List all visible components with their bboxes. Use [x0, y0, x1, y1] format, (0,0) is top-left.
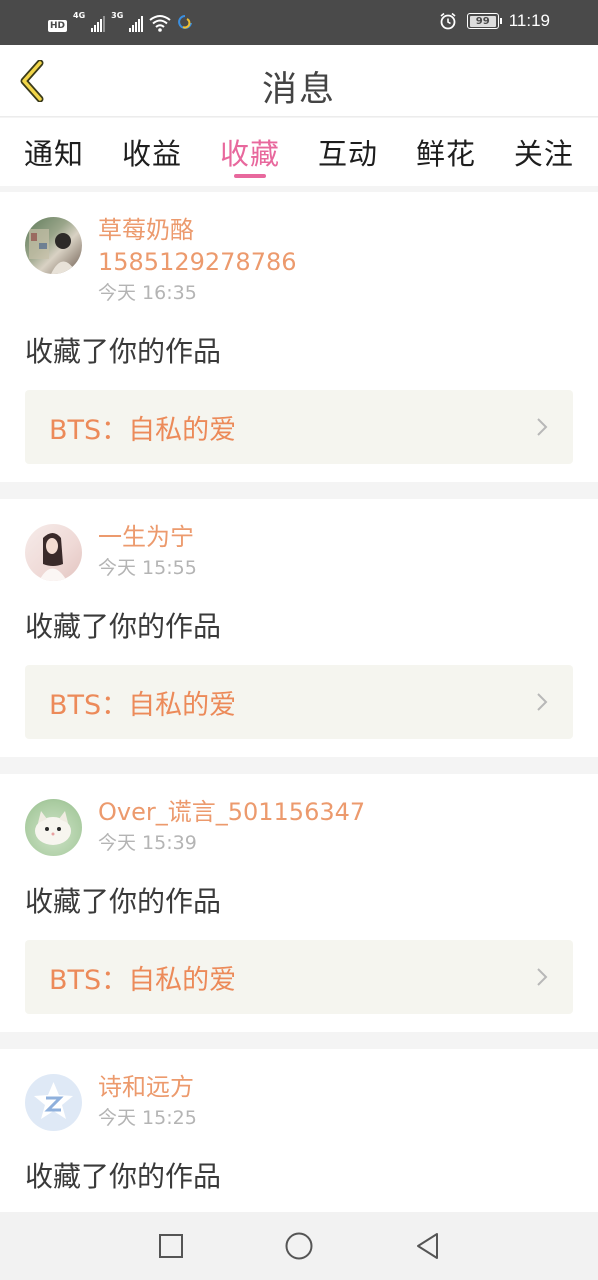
action-text: 收藏了你的作品 — [25, 1160, 222, 1193]
network-type-2: 3G — [111, 11, 124, 20]
page-title: 消息 — [261, 70, 336, 110]
alarm-icon — [440, 12, 456, 30]
username[interactable]: 诗和远方 — [98, 1071, 197, 1103]
system-nav-bar — [0, 1212, 598, 1280]
chevron-right-icon — [537, 418, 548, 436]
tab-bar: 通知 收益 收藏 互动 鲜花 关注 — [0, 118, 598, 186]
timestamp: 今天 15:55 — [98, 557, 197, 579]
tab-notifications[interactable]: 通知 — [24, 118, 84, 186]
action-text: 收藏了你的作品 — [25, 335, 222, 368]
list-item: 诗和远方 今天 15:25 收藏了你的作品 — [0, 1049, 598, 1239]
tab-earnings[interactable]: 收益 — [122, 118, 182, 186]
work-link[interactable]: BTS：自私的爱 — [25, 665, 573, 739]
battery-level: 99 — [469, 15, 496, 27]
recents-square-icon — [159, 1234, 183, 1258]
list-item: 一生为宁 今天 15:55 收藏了你的作品 BTS：自私的爱 — [0, 499, 598, 757]
back-nav-button[interactable] — [407, 1226, 447, 1266]
message-list: 草莓奶酪 1585129278786 今天 16:35 收藏了你的作品 BTS：… — [0, 186, 598, 1239]
tab-interactions[interactable]: 互动 — [318, 118, 378, 186]
avatar[interactable] — [25, 1074, 82, 1131]
work-title: BTS：自私的爱 — [49, 964, 237, 996]
back-triangle-icon — [417, 1233, 438, 1259]
list-item: Over_谎言_501156347 今天 15:39 收藏了你的作品 BTS：自… — [0, 774, 598, 1032]
home-button[interactable] — [279, 1226, 319, 1266]
status-right: 99 11:19 — [439, 11, 550, 31]
clock: 11:19 — [508, 11, 550, 30]
recents-button[interactable] — [151, 1226, 191, 1266]
timestamp: 今天 15:39 — [98, 832, 197, 854]
wifi-icon — [149, 15, 171, 32]
battery-icon: 99 — [466, 13, 502, 29]
status-left: HD 4G 3G — [48, 12, 193, 32]
status-bar: HD 4G 3G 99 11:19 — [0, 0, 598, 45]
username[interactable]: 一生为宁 — [98, 521, 197, 553]
signal-icon — [91, 16, 106, 32]
home-circle-icon — [285, 1232, 313, 1260]
tab-follows[interactable]: 关注 — [514, 118, 574, 186]
tab-favorites[interactable]: 收藏 — [220, 118, 280, 186]
timestamp: 今天 16:35 — [98, 282, 197, 304]
work-link[interactable]: BTS：自私的爱 — [25, 940, 573, 1014]
work-link[interactable]: BTS：自私的爱 — [25, 390, 573, 464]
avatar[interactable] — [25, 217, 82, 274]
sync-app-icon — [178, 15, 193, 29]
username[interactable]: 草莓奶酪 — [98, 214, 297, 246]
timestamp: 今天 15:25 — [98, 1107, 197, 1129]
work-title: BTS：自私的爱 — [49, 689, 237, 721]
avatar-image — [35, 811, 71, 845]
chevron-right-icon — [537, 968, 548, 986]
default-avatar-icon — [34, 1082, 73, 1119]
list-item: 草莓奶酪 1585129278786 今天 16:35 收藏了你的作品 BTS：… — [0, 192, 598, 482]
avatar[interactable] — [25, 799, 82, 856]
work-title: BTS：自私的爱 — [49, 414, 237, 446]
action-text: 收藏了你的作品 — [25, 610, 222, 643]
avatar-image — [29, 229, 77, 274]
signal-icon — [129, 16, 144, 32]
avatar[interactable] — [25, 524, 82, 581]
hd-badge: HD — [48, 20, 68, 32]
action-text: 收藏了你的作品 — [25, 885, 222, 918]
chevron-right-icon — [537, 693, 548, 711]
username-continued[interactable]: 1585129278786 — [98, 246, 297, 278]
title-bar: 消息 — [0, 45, 598, 117]
network-type-1: 4G — [73, 11, 86, 20]
avatar-image — [39, 533, 67, 581]
tab-flowers[interactable]: 鲜花 — [416, 118, 476, 186]
username[interactable]: Over_谎言_501156347 — [98, 796, 365, 828]
